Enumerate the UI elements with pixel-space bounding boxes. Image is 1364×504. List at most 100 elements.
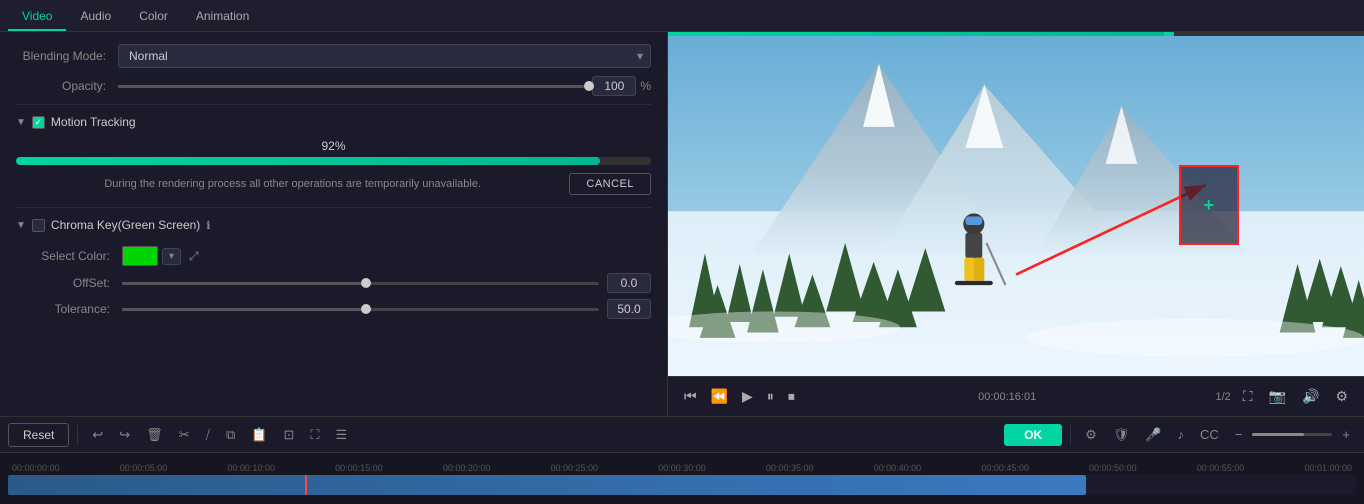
offset-slider-fill (122, 282, 361, 285)
screenshot-btn[interactable]: 📷 (1265, 384, 1290, 409)
split-btn[interactable]: ⧸ (200, 423, 216, 447)
stop-button[interactable]: ⏹ (784, 384, 799, 409)
progress-bar-container (16, 157, 651, 165)
opacity-unit: % (640, 79, 651, 93)
blending-mode-row: Blending Mode: Normal Multiply Screen Ov… (0, 40, 667, 72)
opacity-label: Opacity: (16, 79, 106, 93)
tab-animation[interactable]: Animation (182, 3, 263, 31)
time-5: 00:00:05:00 (120, 463, 168, 473)
video-area: + (668, 36, 1364, 376)
chroma-key-body: Select Color: ▾ ⤢ OffSet: 0.0 Tolerance: (0, 238, 667, 330)
time-0: 00:00:00:00 (12, 463, 60, 473)
opacity-slider[interactable] (118, 85, 584, 88)
speed-label: 1/2 (1215, 391, 1230, 403)
tolerance-slider-fill (122, 308, 361, 311)
divider-2 (16, 207, 651, 208)
opacity-slider-thumb (584, 81, 594, 91)
offset-row: OffSet: 0.0 (30, 270, 651, 296)
color-dropdown-btn[interactable]: ▾ (162, 248, 181, 265)
tab-audio[interactable]: Audio (66, 3, 125, 31)
blending-mode-wrapper: Normal Multiply Screen Overlay ▾ (118, 44, 651, 68)
offset-slider[interactable] (122, 282, 599, 285)
tab-color[interactable]: Color (125, 3, 182, 31)
divider-1 (16, 104, 651, 105)
left-panel: Blending Mode: Normal Multiply Screen Ov… (0, 32, 668, 416)
paste-btn[interactable]: 📋 (245, 423, 273, 447)
motion-tracking-checkbox[interactable]: ✓ (32, 116, 45, 129)
tab-video[interactable]: Video (8, 3, 66, 31)
motion-tracking-arrow-icon: ▼ (16, 117, 26, 128)
main-area: Blending Mode: Normal Multiply Screen Ov… (0, 32, 1364, 416)
settings-btn[interactable]: ⚙ (1331, 384, 1352, 409)
playback-buttons: ⏮ ⏪ ▶ ⏸ ⏹ (680, 384, 799, 409)
caption-btn[interactable]: CC (1194, 423, 1225, 446)
bottom-toolbar: Reset ↩ ↪ 🗑 ✂ ⧸ ⧉ 📋 ⊡ ⛶ ☰ OK ⚙ 🛡 🎤 ♪ CC … (0, 417, 1364, 453)
time-55: 00:00:55:00 (1197, 463, 1245, 473)
time-35: 00:00:35:00 (766, 463, 814, 473)
time-50: 00:00:50:00 (1089, 463, 1137, 473)
delete-btn[interactable]: 🗑 (140, 423, 169, 447)
motion-tracking-title: Motion Tracking (51, 115, 136, 129)
volume-btn[interactable]: 🔊 (1298, 384, 1323, 409)
redo-btn[interactable]: ↪ (113, 423, 136, 447)
reset-button[interactable]: Reset (8, 423, 69, 447)
opacity-slider-fill (118, 85, 584, 88)
progress-percentage: 92% (16, 139, 651, 153)
motion-tracking-header[interactable]: ▼ ✓ Motion Tracking (0, 109, 667, 135)
step-back-button[interactable]: ⏪ (707, 384, 732, 409)
speed-ctrl-btn[interactable]: ⚙ (1079, 423, 1103, 447)
chroma-key-arrow-icon: ▼ (16, 220, 26, 231)
timeline-clip (8, 475, 1086, 495)
opacity-value[interactable]: 100 (592, 76, 636, 96)
zoom-slider[interactable] (1252, 433, 1332, 436)
skip-back-button[interactable]: ⏮ (680, 384, 701, 409)
transform-btn[interactable]: ⛶ (304, 423, 325, 447)
align-btn[interactable]: ☰ (330, 423, 354, 447)
ok-button[interactable]: OK (1004, 424, 1062, 446)
expand-icon[interactable]: ⤢ (189, 249, 199, 264)
check-icon: ✓ (35, 118, 43, 127)
video-scene: + (668, 36, 1364, 376)
zoom-in-btn[interactable]: + (1336, 423, 1356, 446)
opacity-row: Opacity: 100 % (0, 72, 667, 100)
undo-btn[interactable]: ↩ (86, 423, 109, 447)
motion-tracking-body: 92% During the rendering process all oth… (0, 135, 667, 203)
timeline-track[interactable] (8, 475, 1356, 495)
zoom-slider-fill (1252, 433, 1304, 436)
offset-label: OffSet: (30, 276, 110, 290)
chroma-key-header[interactable]: ▼ Chroma Key(Green Screen) ℹ (0, 212, 667, 238)
tolerance-value[interactable]: 50.0 (607, 299, 651, 319)
playhead[interactable] (305, 475, 307, 495)
track-container (8, 475, 1356, 495)
zoom-out-btn[interactable]: − (1229, 423, 1249, 446)
progress-cancel-row: During the rendering process all other o… (16, 173, 651, 195)
tracking-box: + (1179, 165, 1239, 245)
right-panel: + ⏮ ⏪ ▶ ⏸ ⏹ 00:00:16:01 1/2 ⛶ 📷 🔊 (668, 32, 1364, 416)
time-20: 00:00:20:00 (443, 463, 491, 473)
cut-btn[interactable]: ✂ (173, 423, 196, 447)
shield-btn[interactable]: 🛡 (1107, 423, 1136, 447)
fullscreen-btn[interactable]: ⛶ (1239, 384, 1257, 409)
color-swatch[interactable] (122, 246, 158, 266)
timeline-inner: 00:00:00:00 00:00:05:00 00:00:10:00 00:0… (8, 463, 1356, 495)
time-15: 00:00:15:00 (335, 463, 383, 473)
mic-btn[interactable]: 🎤 (1139, 423, 1167, 447)
crop-btn[interactable]: ⊡ (278, 423, 301, 447)
play-button[interactable]: ▶ (738, 384, 757, 409)
tolerance-row: Tolerance: 50.0 (30, 296, 651, 322)
blending-mode-label: Blending Mode: (16, 49, 106, 63)
info-icon[interactable]: ℹ (206, 219, 210, 232)
time-display: 00:00:16:01 (978, 391, 1036, 403)
tolerance-slider-thumb (361, 304, 371, 314)
select-color-label: Select Color: (30, 249, 110, 263)
timeline-area: 00:00:00:00 00:00:05:00 00:00:10:00 00:0… (0, 453, 1364, 504)
bottom-bar: Reset ↩ ↪ 🗑 ✂ ⧸ ⧉ 📋 ⊡ ⛶ ☰ OK ⚙ 🛡 🎤 ♪ CC … (0, 416, 1364, 504)
blending-mode-select[interactable]: Normal Multiply Screen Overlay (118, 44, 651, 68)
copy-btn[interactable]: ⧉ (220, 423, 241, 447)
pause-button[interactable]: ⏸ (763, 384, 778, 409)
music-btn[interactable]: ♪ (1172, 423, 1191, 446)
chroma-key-checkbox[interactable] (32, 219, 45, 232)
tolerance-slider[interactable] (122, 308, 599, 311)
cancel-button[interactable]: CANCEL (569, 173, 651, 195)
offset-value[interactable]: 0.0 (607, 273, 651, 293)
